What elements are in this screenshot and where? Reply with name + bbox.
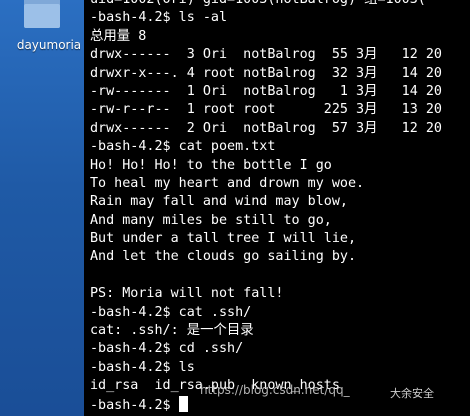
terminal-window[interactable]: uid=1002(Ori) gid=1003(notBalrog) 组=1003… [84, 0, 470, 416]
terminal-line: But under a tall tree I will lie, [90, 231, 357, 247]
folder-icon [24, 0, 60, 28]
terminal-output: uid=1002(Ori) gid=1003(notBalrog) 组=1003… [90, 0, 442, 414]
terminal-line: -bash-4.2$ cd .ssh/ [90, 341, 244, 357]
terminal-line: -bash-4.2$ cat poem.txt [90, 139, 276, 155]
terminal-line: -bash-4.2$ ls [90, 359, 195, 375]
prompt-text: -bash-4.2$ [90, 397, 179, 413]
terminal-line: drwx------ 2 Ori notBalrog 57 3月 12 20 [90, 120, 442, 136]
terminal-line: And many miles be still to go, [90, 212, 332, 228]
text-cursor [178, 395, 188, 412]
terminal-line: cat: .ssh/: 是一个目录 [90, 323, 254, 339]
terminal-line: To heal my heart and drown my woe. [90, 175, 365, 191]
terminal-line: Rain may fall and wind may blow, [90, 194, 348, 210]
watermark-url: https://blog.csdn.net/qq_ [200, 383, 350, 397]
desktop-area: dayumoria [0, 0, 84, 416]
terminal-line: -rw------- 1 Ori notBalrog 1 3月 14 20 [90, 83, 442, 99]
watermark-brand: 大余安全 [390, 387, 434, 400]
desktop-icon-dayumoria[interactable]: dayumoria [8, 0, 81, 60]
terminal-line: uid=1002(Ori) gid=1003(notBalrog) 组=1003… [90, 0, 442, 9]
desktop-icon-label: dayumoria [16, 38, 82, 52]
terminal-line: And let the clouds go sailing by. [90, 249, 357, 265]
terminal-line: -rw-r--r-- 1 root root 225 3月 13 20 [90, 102, 442, 118]
terminal-line: -bash-4.2$ ls -al [90, 10, 228, 26]
terminal-line: -bash-4.2$ cat .ssh/ [90, 304, 252, 320]
terminal-line: PS: Moria will not fall! [90, 286, 284, 302]
terminal-line: 总用量 8 [90, 28, 147, 44]
terminal-line: Ho! Ho! Ho! to the bottle I go [90, 157, 332, 173]
terminal-line: drwx------ 3 Ori notBalrog 55 3月 12 20 [90, 47, 442, 63]
terminal-line: drwxr-x---. 4 root notBalrog 32 3月 14 20 [90, 65, 442, 81]
